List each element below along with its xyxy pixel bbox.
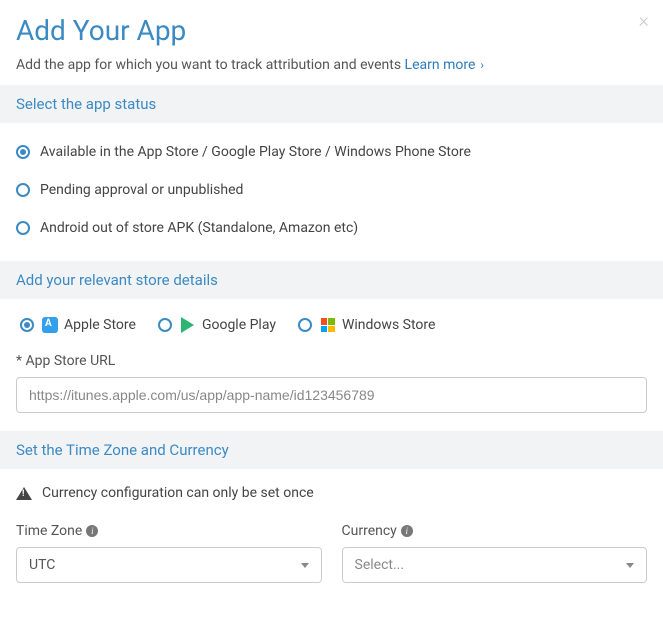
radio-icon (16, 183, 30, 197)
info-icon[interactable]: i (86, 525, 98, 537)
google-play-icon (180, 317, 196, 333)
section-app-status: Select the app status (0, 85, 663, 123)
section-store-details: Add your relevant store details (0, 261, 663, 299)
section-timezone-currency: Set the Time Zone and Currency (0, 431, 663, 469)
tz-currency-row: Time Zone i UTC Currency i Select... (0, 509, 663, 583)
store-option-windows[interactable]: Windows Store (298, 317, 435, 333)
warning-text: Currency configuration can only be set o… (42, 485, 314, 501)
add-app-modal: × Add Your App Add the app for which you… (0, 0, 663, 593)
timezone-label: Time Zone i (16, 523, 322, 539)
currency-field: Currency i Select... (342, 523, 648, 583)
apple-store-icon (42, 317, 58, 333)
currency-label-text: Currency (342, 523, 397, 539)
store-option-label: Apple Store (64, 317, 136, 333)
close-icon[interactable]: × (639, 10, 649, 30)
radio-icon (20, 318, 34, 332)
currency-value: Select... (355, 557, 405, 573)
app-status-options: Available in the App Store / Google Play… (0, 123, 663, 261)
chevron-down-icon (626, 563, 634, 568)
warning-icon (16, 487, 32, 500)
status-option-label: Android out of store APK (Standalone, Am… (40, 220, 358, 236)
status-option-out-of-store[interactable]: Android out of store APK (Standalone, Am… (16, 209, 647, 247)
store-options: Apple Store Google Play Windows Store (0, 299, 663, 349)
radio-icon (16, 145, 30, 159)
app-store-url-input[interactable] (16, 377, 647, 413)
windows-store-icon (320, 317, 336, 333)
learn-more-link[interactable]: Learn more › (405, 57, 484, 73)
timezone-select[interactable]: UTC (16, 547, 322, 583)
chevron-down-icon (301, 563, 309, 568)
store-option-label: Windows Store (342, 317, 435, 333)
status-option-available[interactable]: Available in the App Store / Google Play… (16, 133, 647, 171)
app-store-url-field: * App Store URL (0, 349, 663, 431)
modal-title: Add Your App (16, 14, 647, 47)
currency-label: Currency i (342, 523, 648, 539)
learn-more-label: Learn more (405, 57, 476, 73)
radio-icon (158, 318, 172, 332)
currency-select[interactable]: Select... (342, 547, 648, 583)
modal-subtitle: Add the app for which you want to track … (16, 57, 647, 73)
timezone-label-text: Time Zone (16, 523, 82, 539)
currency-warning: Currency configuration can only be set o… (0, 469, 663, 509)
status-option-label: Available in the App Store / Google Play… (40, 144, 471, 160)
radio-icon (298, 318, 312, 332)
store-option-apple[interactable]: Apple Store (20, 317, 136, 333)
store-option-google[interactable]: Google Play (158, 317, 276, 333)
store-option-label: Google Play (202, 317, 276, 333)
status-option-pending[interactable]: Pending approval or unpublished (16, 171, 647, 209)
chevron-right-icon: › (477, 58, 484, 72)
timezone-value: UTC (29, 557, 55, 573)
subtitle-text: Add the app for which you want to track … (16, 57, 405, 73)
status-option-label: Pending approval or unpublished (40, 182, 243, 198)
modal-header: Add Your App Add the app for which you w… (0, 0, 663, 85)
app-store-url-label: * App Store URL (16, 353, 647, 369)
timezone-field: Time Zone i UTC (16, 523, 322, 583)
info-icon[interactable]: i (401, 525, 413, 537)
radio-icon (16, 221, 30, 235)
